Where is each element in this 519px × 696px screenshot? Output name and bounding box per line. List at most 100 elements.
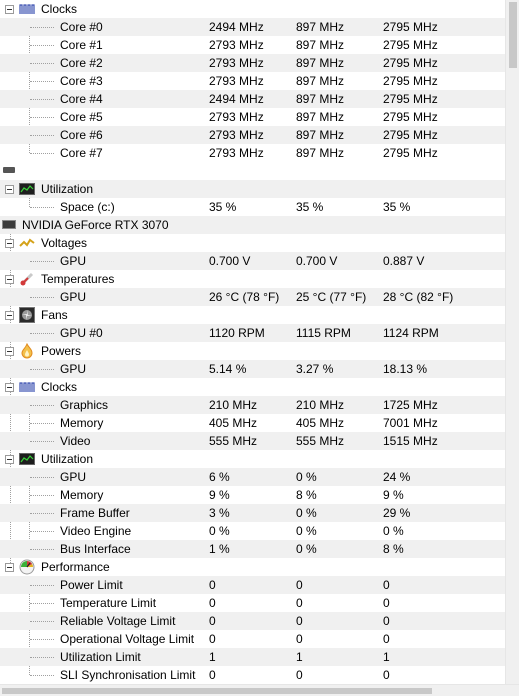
group-label: Clocks	[41, 2, 78, 16]
sensor-min: 555 MHz	[296, 434, 345, 448]
group-gpu-utilization[interactable]: Utilization	[0, 450, 505, 468]
collapse-toggle[interactable]	[5, 275, 14, 284]
sensor-min: 897 MHz	[296, 110, 345, 124]
sensor-name: Memory	[60, 488, 104, 502]
sensor-name: Core #2	[60, 56, 103, 70]
scrollbar-thumb[interactable]	[509, 2, 517, 68]
sensor-name: Graphics	[60, 398, 109, 412]
collapse-toggle[interactable]	[5, 347, 14, 356]
sensor-name: Core #7	[60, 146, 103, 160]
sensor-value: 0	[209, 632, 216, 646]
sensor-max: 0	[383, 632, 390, 646]
sensor-row[interactable]: Core #4 2494 MHz 897 MHz 2795 MHz	[0, 90, 505, 108]
sensor-value: 5.14 %	[209, 362, 247, 376]
group-label: Temperatures	[41, 272, 115, 286]
sensor-value: 555 MHz	[209, 434, 258, 448]
sensor-row[interactable]: Core #2 2793 MHz 897 MHz 2795 MHz	[0, 54, 505, 72]
sensor-row[interactable]: Core #6 2793 MHz 897 MHz 2795 MHz	[0, 126, 505, 144]
utilization-icon	[19, 181, 35, 197]
sensor-value: 2793 MHz	[209, 56, 264, 70]
utilization-icon	[19, 451, 35, 467]
sensor-row[interactable]: Memory 9 % 8 % 9 %	[0, 486, 505, 504]
device-drive[interactable]	[0, 162, 505, 180]
sensor-name: SLI Synchronisation Limit	[60, 668, 196, 682]
sensor-row[interactable]: Core #0 2494 MHz 897 MHz 2795 MHz	[0, 18, 505, 36]
sensor-name: GPU	[60, 254, 87, 268]
collapse-toggle[interactable]	[5, 383, 14, 392]
sensor-max: 0.887 V	[383, 254, 425, 268]
sensor-max: 0	[383, 596, 390, 610]
collapse-toggle[interactable]	[5, 5, 14, 14]
sensor-min: 405 MHz	[296, 416, 345, 430]
sensor-min: 8 %	[296, 488, 317, 502]
sensor-min: 897 MHz	[296, 74, 345, 88]
sensor-row[interactable]: Core #5 2793 MHz 897 MHz 2795 MHz	[0, 108, 505, 126]
sensor-row[interactable]: Utilization Limit 1 1 1	[0, 648, 505, 666]
voltage-icon	[19, 235, 35, 251]
group-drive-utilization[interactable]: Utilization	[0, 180, 505, 198]
collapse-toggle[interactable]	[5, 311, 14, 320]
sensor-row[interactable]: Core #7 2793 MHz 897 MHz 2795 MHz	[0, 144, 505, 162]
group-cpu-clocks[interactable]: Clocks	[0, 0, 505, 18]
sensor-max: 24 %	[383, 470, 411, 484]
sensor-row[interactable]: Video Engine 0 % 0 % 0 %	[0, 522, 505, 540]
sensor-tree[interactable]: Clocks Core #0 2494 MHz 897 MHz 2795 MHz…	[0, 0, 505, 684]
sensor-value: 1120 RPM	[209, 326, 265, 340]
sensor-max: 2795 MHz	[383, 74, 438, 88]
sensor-row[interactable]: Power Limit 0 0 0	[0, 576, 505, 594]
group-temperatures[interactable]: Temperatures	[0, 270, 505, 288]
sensor-name: Core #4	[60, 92, 103, 106]
clock-icon	[19, 1, 35, 17]
collapse-toggle[interactable]	[5, 563, 14, 572]
sensor-name: Bus Interface	[60, 542, 131, 556]
sensor-value: 0	[209, 614, 216, 628]
sensor-name: Core #5	[60, 110, 103, 124]
sensor-max: 18.13 %	[383, 362, 428, 376]
sensor-row[interactable]: GPU 5.14 % 3.27 % 18.13 %	[0, 360, 505, 378]
sensor-row[interactable]: Temperature Limit 0 0 0	[0, 594, 505, 612]
vertical-scrollbar[interactable]	[505, 0, 519, 684]
collapse-toggle[interactable]	[5, 239, 14, 248]
sensor-row[interactable]: Operational Voltage Limit 0 0 0	[0, 630, 505, 648]
sensor-row[interactable]: Space (c:) 35 % 35 % 35 %	[0, 198, 505, 216]
group-gpu-clocks[interactable]: Clocks	[0, 378, 505, 396]
sensor-max: 2795 MHz	[383, 92, 438, 106]
sensor-row[interactable]: Video 555 MHz 555 MHz 1515 MHz	[0, 432, 505, 450]
sensor-name: Core #3	[60, 74, 103, 88]
sensor-value: 0 %	[209, 524, 230, 538]
sensor-row[interactable]: Graphics 210 MHz 210 MHz 1725 MHz	[0, 396, 505, 414]
sensor-name: GPU #0	[60, 326, 103, 340]
collapse-toggle[interactable]	[5, 455, 14, 464]
group-fans[interactable]: Fans	[0, 306, 505, 324]
sensor-max: 2795 MHz	[383, 146, 438, 160]
sensor-min: 0.700 V	[296, 254, 338, 268]
sensor-row[interactable]: SLI Synchronisation Limit 0 0 0	[0, 666, 505, 684]
sensor-row[interactable]: GPU 26 °C (78 °F) 25 °C (77 °F) 28 °C (8…	[0, 288, 505, 306]
group-powers[interactable]: Powers	[0, 342, 505, 360]
sensor-row[interactable]: Core #3 2793 MHz 897 MHz 2795 MHz	[0, 72, 505, 90]
sensor-value: 2494 MHz	[209, 92, 264, 106]
sensor-value: 0.700 V	[209, 254, 251, 268]
sensor-row[interactable]: Core #1 2793 MHz 897 MHz 2795 MHz	[0, 36, 505, 54]
sensor-max: 29 %	[383, 506, 411, 520]
sensor-row[interactable]: Frame Buffer 3 % 0 % 29 %	[0, 504, 505, 522]
sensor-row[interactable]: Bus Interface 1 % 0 % 8 %	[0, 540, 505, 558]
sensor-min: 1115 RPM	[296, 326, 351, 340]
sensor-row[interactable]: GPU 6 % 0 % 24 %	[0, 468, 505, 486]
sensor-row[interactable]: GPU 0.700 V 0.700 V 0.887 V	[0, 252, 505, 270]
sensor-row[interactable]: Reliable Voltage Limit 0 0 0	[0, 612, 505, 630]
sensor-value: 2793 MHz	[209, 38, 264, 52]
device-gpu[interactable]: NVIDIA GeForce RTX 3070	[0, 216, 505, 234]
collapse-toggle[interactable]	[5, 185, 14, 194]
group-label: Utilization	[41, 182, 94, 196]
horizontal-scrollbar[interactable]	[0, 684, 519, 696]
sensor-row[interactable]: Memory 405 MHz 405 MHz 7001 MHz	[0, 414, 505, 432]
scrollbar-thumb[interactable]	[2, 688, 432, 694]
sensor-value: 2793 MHz	[209, 110, 264, 124]
group-performance[interactable]: Performance	[0, 558, 505, 576]
sensor-row[interactable]: GPU #0 1120 RPM 1115 RPM 1124 RPM	[0, 324, 505, 342]
group-voltages[interactable]: Voltages	[0, 234, 505, 252]
sensor-value: 6 %	[209, 470, 230, 484]
sensor-value: 0	[209, 668, 216, 682]
sensor-min: 1	[296, 650, 303, 664]
